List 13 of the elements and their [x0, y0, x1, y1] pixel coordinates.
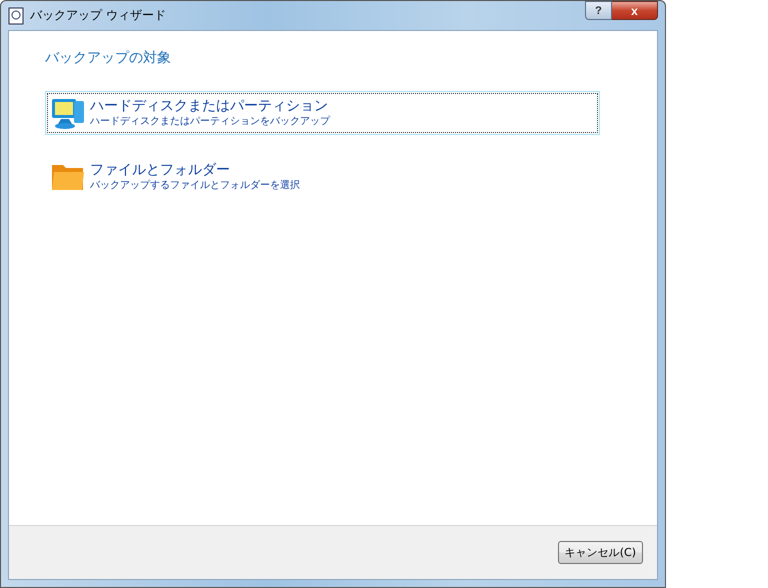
option-description: バックアップするファイルとフォルダーを選択 [90, 179, 300, 192]
option-title: ファイルとフォルダー [90, 162, 231, 179]
option-description: ハードディスクまたはパーティションをバックアップ [90, 115, 330, 128]
page-heading: バックアップの対象 [45, 49, 172, 67]
close-button[interactable]: x [612, 1, 658, 20]
option-item[interactable]: ファイルとフォルダー バックアップするファイルとフォルダーを選択 [45, 155, 600, 199]
cancel-button[interactable]: キャンセル(C) [558, 541, 643, 564]
option-item[interactable]: ハードディスクまたはパーティション ハードディスクまたはパーティションをバックアップ [45, 91, 600, 135]
window-title: バックアップ ウィザード [30, 7, 167, 24]
app-icon [8, 6, 24, 24]
computer-icon [50, 96, 86, 130]
option-title: ハードディスクまたはパーティション [90, 98, 329, 115]
help-button[interactable]: ? [585, 1, 612, 20]
